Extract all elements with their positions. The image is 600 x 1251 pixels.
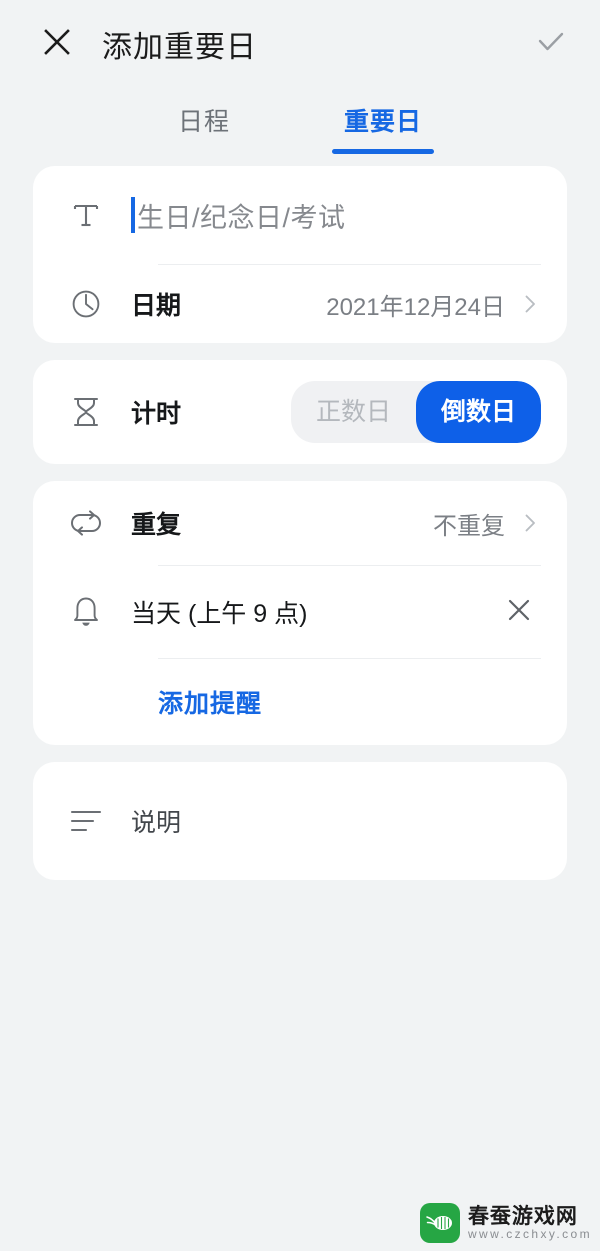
tab-important-day[interactable]: 重要日 xyxy=(332,102,435,154)
segment-countdown-label: 倒数日 xyxy=(440,398,516,426)
confirm-button[interactable] xyxy=(528,21,574,67)
chevron-right-icon xyxy=(519,293,541,315)
title-input[interactable]: 生日/纪念日/考试 xyxy=(131,196,541,235)
segment-count-up-label: 正数日 xyxy=(315,398,391,426)
description-card: 说明 xyxy=(33,762,567,880)
watermark-site-url: www.czchxy.com xyxy=(467,1226,592,1241)
tab-active-underline xyxy=(332,149,435,154)
timing-card: 计时 正数日 倒数日 xyxy=(33,360,567,464)
add-reminder-link[interactable]: 添加提醒 xyxy=(158,684,262,720)
text-cursor xyxy=(131,197,135,233)
segment-count-up[interactable]: 正数日 xyxy=(291,381,416,443)
clock-icon xyxy=(63,287,109,321)
tab-important-day-label: 重要日 xyxy=(344,108,423,136)
date-row[interactable]: 日期 2021年12月24日 xyxy=(33,265,567,343)
text-lines-icon xyxy=(63,808,109,834)
site-watermark: 春蚕游戏网 www.czchxy.com xyxy=(419,1203,592,1243)
close-button[interactable] xyxy=(34,21,80,67)
title-input-placeholder: 生日/纪念日/考试 xyxy=(137,202,346,233)
close-x-icon xyxy=(506,597,532,628)
timing-row: 计时 正数日 倒数日 xyxy=(33,360,567,464)
repeat-loop-icon xyxy=(63,510,109,536)
timing-segmented-control[interactable]: 正数日 倒数日 xyxy=(290,381,541,443)
timing-row-label: 计时 xyxy=(131,400,182,428)
repeat-row[interactable]: 重复 不重复 xyxy=(33,481,567,565)
bell-icon xyxy=(63,595,109,629)
tab-schedule[interactable]: 日程 xyxy=(166,102,242,154)
title-input-row[interactable]: 生日/纪念日/考试 xyxy=(33,166,567,264)
description-label: 说明 xyxy=(131,809,182,837)
reminder-row-label: 当天 (上午 9 点) xyxy=(131,600,308,628)
page-title: 添加重要日 xyxy=(102,31,257,64)
tab-bar: 日程 重要日 xyxy=(0,88,600,166)
repeat-reminder-card: 重复 不重复 当天 (上午 9 点) 添加提醒 xyxy=(33,481,567,745)
remove-reminder-button[interactable] xyxy=(497,590,541,634)
repeat-row-value: 不重复 xyxy=(433,512,505,540)
repeat-row-label: 重复 xyxy=(131,511,182,539)
reminder-row[interactable]: 当天 (上午 9 点) xyxy=(33,566,567,658)
hourglass-icon xyxy=(63,395,109,429)
date-row-label: 日期 xyxy=(131,292,182,320)
segment-countdown[interactable]: 倒数日 xyxy=(415,381,541,443)
silkworm-logo-icon xyxy=(419,1203,460,1243)
tab-schedule-label: 日程 xyxy=(177,108,230,136)
add-reminder-row[interactable]: 添加提醒 xyxy=(33,659,567,745)
top-app-bar: 添加重要日 xyxy=(0,0,600,88)
check-icon xyxy=(534,25,568,64)
chevron-right-icon xyxy=(519,512,541,534)
details-card: 生日/纪念日/考试 日期 2021年12月24日 xyxy=(33,166,567,343)
date-row-value: 2021年12月24日 xyxy=(326,293,505,321)
text-format-t-icon xyxy=(63,199,109,231)
watermark-site-name: 春蚕游戏网 xyxy=(467,1204,578,1228)
close-x-icon xyxy=(41,26,73,63)
description-row[interactable]: 说明 xyxy=(33,762,567,880)
